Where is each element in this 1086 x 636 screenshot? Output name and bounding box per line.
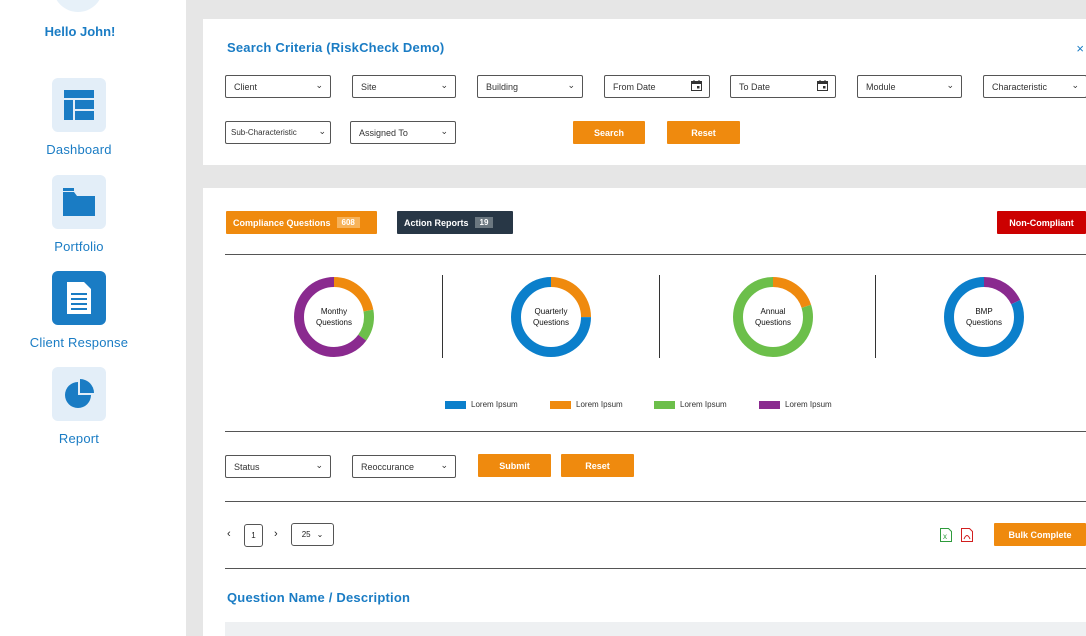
chevron-down-icon: ⌄	[315, 460, 323, 470]
avatar[interactable]	[53, 0, 103, 12]
donut-label-monthly: Monthy Questions	[315, 307, 353, 327]
compliance-label: Compliance Questions	[233, 217, 331, 228]
next-page-button[interactable]: ›	[274, 528, 278, 540]
chevron-down-icon: ⌄	[440, 460, 448, 470]
tab-compliance-questions[interactable]: Compliance Questions 608	[226, 211, 377, 234]
donut-label-quarterly: Quarterly Questions	[532, 307, 570, 327]
to-date-placeholder: To Date	[739, 81, 771, 92]
greeting: Hello John!	[44, 24, 116, 39]
chevron-down-icon: ⌄	[567, 80, 575, 90]
chevron-down-icon: ⌄	[440, 80, 448, 90]
sidebar-item-client-response[interactable]: Client Response	[0, 271, 158, 350]
legend-swatch	[445, 400, 466, 409]
sidebar-item-label: Report	[58, 431, 100, 446]
count-badge: 19	[474, 217, 494, 228]
divider	[225, 431, 1086, 432]
legend-item: Lorem Ipsum	[445, 400, 518, 409]
search-criteria-panel: Search Criteria (RiskCheck Demo) × Clien…	[203, 19, 1086, 165]
site-select[interactable]: Site ⌄	[352, 75, 456, 98]
status-select[interactable]: Status ⌄	[225, 455, 331, 478]
from-date-input[interactable]: From Date	[604, 75, 710, 98]
close-icon[interactable]: ×	[1076, 41, 1084, 56]
sidebar-item-label: Portfolio	[54, 239, 104, 254]
document-icon	[52, 271, 106, 325]
svg-text:x: x	[943, 532, 947, 541]
divider	[659, 275, 660, 358]
legend-swatch	[550, 400, 571, 409]
calendar-icon[interactable]	[817, 80, 828, 93]
chevron-down-icon: ⌄	[946, 80, 954, 90]
module-select-label: Module	[866, 81, 896, 92]
chevron-down-icon: ⌄	[316, 530, 324, 539]
tab-action-reports[interactable]: Action Reports 19	[397, 211, 513, 234]
client-select[interactable]: Client ⌄	[225, 75, 331, 98]
pie-chart-icon	[52, 367, 106, 421]
reset-button[interactable]: Reset	[667, 121, 740, 144]
assigned-to-select-label: Assigned To	[359, 127, 408, 138]
sidebar-item-label: Dashboard	[46, 142, 112, 157]
legend-swatch	[759, 400, 780, 409]
sub-characteristic-select[interactable]: Sub-Characteristic ⌄	[225, 121, 331, 144]
non-compliant-button[interactable]: Non-Compliant	[997, 211, 1086, 234]
calendar-icon[interactable]	[691, 80, 702, 93]
search-title: Search Criteria (RiskCheck Demo)	[227, 40, 445, 55]
legend-item: Lorem Ipsum	[550, 400, 623, 409]
page-size-value: 25	[301, 530, 311, 539]
count-badge: 608	[336, 217, 360, 228]
reoccurance-select[interactable]: Reoccurance ⌄	[352, 455, 456, 478]
main-panel: Compliance Questions 608 Action Reports …	[203, 188, 1086, 636]
building-select[interactable]: Building ⌄	[477, 75, 583, 98]
search-button[interactable]: Search	[573, 121, 645, 144]
sidebar-item-dashboard[interactable]: Dashboard	[0, 78, 158, 157]
sidebar-item-report[interactable]: Report	[0, 367, 158, 446]
status-select-label: Status	[234, 461, 260, 472]
question-header: Question Name / Description	[227, 590, 411, 605]
divider	[875, 275, 876, 358]
module-select[interactable]: Module ⌄	[857, 75, 962, 98]
folder-icon	[52, 175, 106, 229]
sidebar: Hello John! Dashboard Portfolio Client R…	[0, 0, 186, 636]
to-date-input[interactable]: To Date	[730, 75, 836, 98]
legend-item: Lorem Ipsum	[654, 400, 727, 409]
action-label: Action Reports	[404, 217, 469, 228]
excel-export-icon[interactable]: x	[940, 528, 952, 547]
pdf-export-icon[interactable]	[961, 528, 973, 547]
bulk-complete-button[interactable]: Bulk Complete	[994, 523, 1086, 546]
reset-filter-button[interactable]: Reset	[561, 454, 634, 477]
sidebar-item-label: Client Response	[29, 335, 129, 350]
chevron-down-icon: ⌄	[315, 80, 323, 90]
donut-label-bmp: BMP Questions	[965, 307, 1003, 327]
donut-label-annual: Annual Questions	[754, 307, 792, 327]
chevron-down-icon: ⌄	[318, 126, 326, 136]
building-select-label: Building	[486, 81, 519, 92]
legend-swatch	[654, 400, 675, 409]
divider	[225, 568, 1086, 569]
table-row	[225, 622, 1086, 636]
divider	[225, 254, 1086, 255]
sidebar-item-portfolio[interactable]: Portfolio	[0, 175, 158, 254]
reoccurance-select-label: Reoccurance	[361, 461, 415, 472]
page-size-select[interactable]: 25 ⌄	[291, 523, 334, 546]
submit-button[interactable]: Submit	[478, 454, 551, 477]
site-select-label: Site	[361, 81, 377, 92]
sub-characteristic-select-label: Sub-Characteristic	[231, 128, 297, 137]
chevron-down-icon: ⌄	[440, 126, 448, 136]
divider	[442, 275, 443, 358]
from-date-placeholder: From Date	[613, 81, 656, 92]
legend-item: Lorem Ipsum	[759, 400, 832, 409]
characteristic-select-label: Characteristic	[992, 81, 1048, 92]
divider	[225, 501, 1086, 502]
chevron-down-icon: ⌄	[1071, 80, 1079, 90]
assigned-to-select[interactable]: Assigned To ⌄	[350, 121, 456, 144]
prev-page-button[interactable]: ‹	[227, 528, 231, 540]
page-number[interactable]: 1	[244, 524, 263, 547]
dashboard-icon	[52, 78, 106, 132]
characteristic-select[interactable]: Characteristic ⌄	[983, 75, 1086, 98]
client-select-label: Client	[234, 81, 258, 92]
